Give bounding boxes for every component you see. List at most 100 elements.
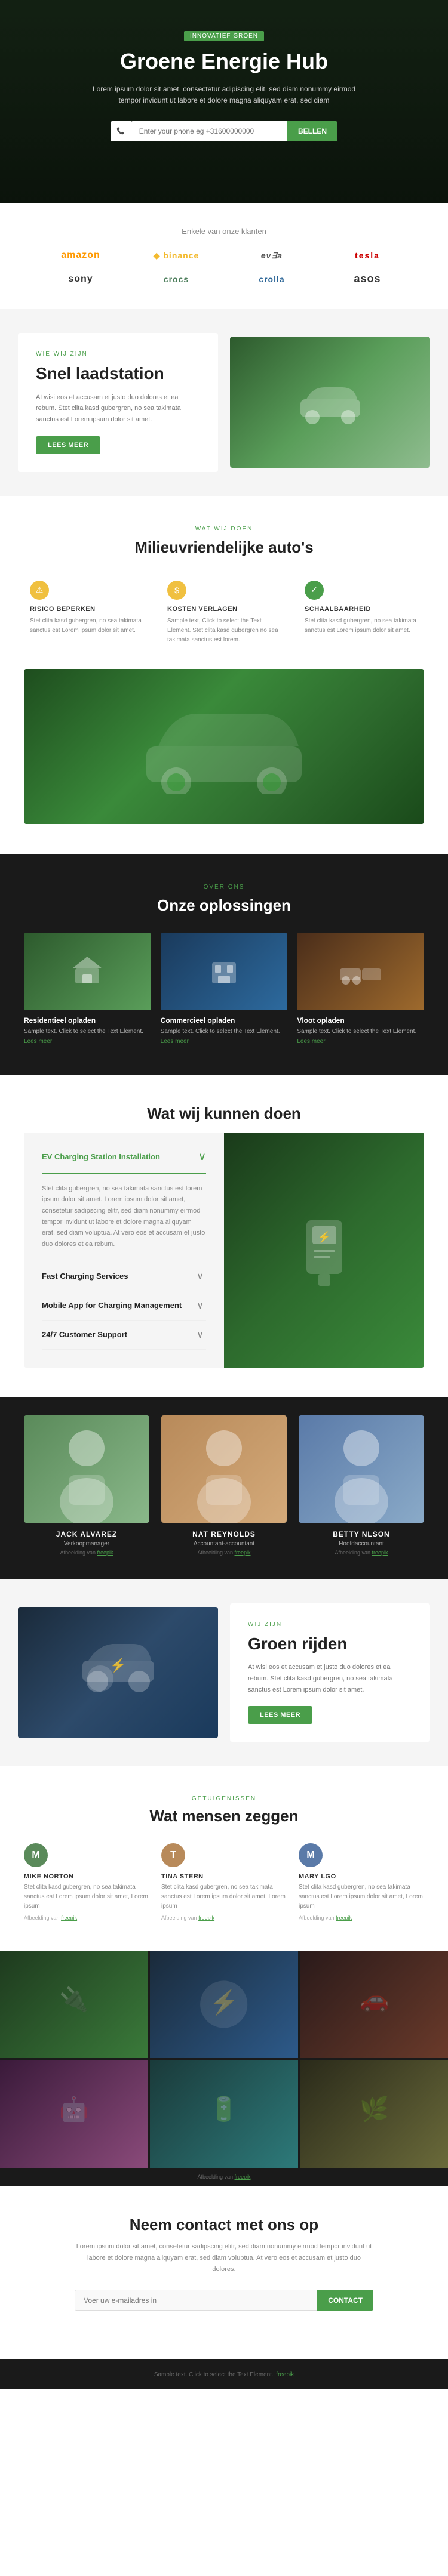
accordion-title-mobile: Mobile App for Charging Management [42,1301,182,1310]
solution-card-commercial: Commercieel opladen Sample text. Click t… [161,933,288,1045]
svg-text:⚡: ⚡ [209,1989,238,2016]
solution-name-residential: Residentieel opladen [24,1016,151,1025]
greenride-text-block: WIJ ZIJN Groen rijden At wisi eos et acc… [230,1603,430,1742]
tina-text: Stet clita kasd gubergren, no sea takima… [161,1883,287,1911]
svg-text:🌿: 🌿 [360,2096,389,2122]
who-title: Snel laadstation [36,363,200,384]
greenride-label: WIJ ZIJN [248,1621,412,1628]
what-title: Milieuvriendelijke auto's [24,538,424,557]
cando-main-label: EV Charging Station Installation [42,1152,160,1161]
accordion-icon-mobile: ∨ [194,1300,206,1312]
greenride-read-more-button[interactable]: LEES MEER [248,1706,312,1724]
nat-caption-link[interactable]: freepik [235,1550,251,1556]
gallery-image-2-icon: ⚡ [150,1951,297,2058]
who-text-block: WIE WIJ ZIJN Snel laadstation At wisi eo… [18,333,218,472]
accordion-icon-fast: ∨ [194,1270,206,1282]
accordion-title-support: 24/7 Customer Support [42,1330,127,1339]
hero-title: Groene Energie Hub [48,48,400,74]
gallery-image-6-icon: 🌿 [300,2060,448,2168]
betty-name: BETTY NLSON [299,1530,424,1538]
features-grid: ⚠ RISICO BEPERKEN Stet clita kasd guberg… [24,575,424,651]
big-car-silhouette-icon [134,699,314,794]
testimonials-label: GETUIGENISSEN [24,1796,424,1802]
accordion-header-fast[interactable]: Fast Charging Services ∨ [42,1270,206,1282]
who-image [230,337,430,468]
betty-caption-link[interactable]: freepik [372,1550,388,1556]
solution-link-fleet[interactable]: Lees meer [297,1038,424,1045]
nat-caption: Afbeelding van freepik [161,1550,287,1556]
nat-role: Accountant-accountant [161,1541,287,1547]
who-desc: At wisi eos et accusam et justo duo dolo… [36,392,200,425]
accordion-item-support: 24/7 Customer Support ∨ [42,1321,206,1350]
solution-link-residential[interactable]: Lees meer [24,1038,151,1045]
gallery-caption-link[interactable]: freepik [235,2174,251,2180]
solution-link-commercial[interactable]: Lees meer [161,1038,288,1045]
contact-submit-button[interactable]: CONTACT [317,2290,373,2311]
gallery-section: 🔌 ⚡ 🚗 🤖 🔋 [0,1951,448,2186]
tina-caption-link[interactable]: freepik [198,1915,214,1921]
feature-label-scale: SCHAALBAARHEID [305,606,418,613]
jack-caption-link[interactable]: freepik [97,1550,113,1556]
mary-caption: Afbeelding van freepik [299,1915,424,1921]
greenride-desc: At wisi eos et accusam et justo duo dolo… [248,1662,412,1695]
greenride-title: Groen rijden [248,1634,412,1654]
client-logo-tesla: TESLA [355,251,380,260]
hero-badge: INNOVATIEF GROEN [184,31,264,41]
svg-text:🤖: 🤖 [59,2096,88,2122]
accordion-header-mobile[interactable]: Mobile App for Charging Management ∨ [42,1300,206,1312]
client-logo-crolla: CROLLA [259,274,284,284]
feature-desc-scale: Stet clita kasd gubergren, no sea takima… [305,616,418,635]
what-label: WAT WIJ DOEN [24,526,424,532]
mary-name: MARY LGO [299,1873,424,1880]
contact-section: Neem contact met ons op Lorem ipsum dolo… [0,2186,448,2358]
who-read-more-button[interactable]: LEES MEER [36,436,100,454]
footer-text: Sample text. Click to select the Text El… [154,2371,274,2378]
big-car-image [24,669,424,824]
contact-email-input[interactable] [75,2290,317,2311]
mary-caption-link[interactable]: freepik [336,1915,352,1921]
solution-image-commercial [161,933,288,1010]
nat-person-icon [161,1415,287,1523]
greenride-section: ⚡ WIJ ZIJN Groen rijden At wisi eos et a… [0,1579,448,1766]
solution-desc-commercial: Sample text. Click to select the Text El… [161,1027,288,1036]
hero-section: INNOVATIEF GROEN Groene Energie Hub Lore… [0,0,448,203]
cando-expand-icon[interactable]: ∨ [198,1150,206,1163]
team-card-nat: NAT REYNOLDS Accountant-accountant Afbee… [161,1415,287,1556]
solution-card-fleet: Vloot opladen Sample text. Click to sele… [297,933,424,1045]
hero-phone-input[interactable] [131,121,287,141]
who-label: WIE WIJ ZIJN [36,351,200,357]
cando-section: Wat wij kunnen doen EV Charging Station … [0,1075,448,1397]
contact-title: Neem contact met ons op [48,2216,400,2234]
feature-desc-risk: Stet clita kasd gubergren, no sea takima… [30,616,143,635]
mary-text: Stet clita kasd gubergren, no sea takima… [299,1883,424,1911]
feature-desc-cost: Sample text, Click to select the Text El… [167,616,281,645]
accordion-header-support[interactable]: 24/7 Customer Support ∨ [42,1329,206,1341]
svg-text:⚡: ⚡ [317,1230,330,1244]
solution-desc-residential: Sample text. Click to select the Text El… [24,1027,151,1036]
footer-link[interactable]: freepik [276,2371,294,2378]
client-logo-binance: ◆ BINANCE [154,251,200,261]
gallery-item-5: 🔋 [150,2060,297,2168]
mike-avatar: M [24,1843,48,1867]
solutions-grid: Residentieel opladen Sample text. Click … [24,933,424,1045]
mary-avatar: M [299,1843,323,1867]
solution-image-fleet [297,933,424,1010]
gallery-item-1: 🔌 [0,1951,148,2058]
clients-grid: amazon ◆ BINANCE EV∃A TESLA SONY crocs C… [36,250,412,285]
nat-avatar [161,1415,287,1523]
gallery-caption: Afbeelding van freepik [0,2168,448,2186]
mike-name: MIKE NORTON [24,1873,149,1880]
team-section: JACK ALVAREZ Verkoopmanager Afbeelding v… [0,1397,448,1579]
tina-caption: Afbeelding van freepik [161,1915,287,1921]
jack-avatar [24,1415,149,1523]
what-section: WAT WIJ DOEN Milieuvriendelijke auto's ⚠… [0,496,448,854]
mike-text: Stet clita kasd gubergren, no sea takima… [24,1883,149,1911]
client-logo-sony: SONY [68,274,93,285]
testimonial-card-mike: M MIKE NORTON Stet clita kasd gubergren,… [24,1843,149,1921]
feature-item-risk: ⚠ RISICO BEPERKEN Stet clita kasd guberg… [24,575,149,651]
mike-caption-link[interactable]: freepik [61,1915,77,1921]
solutions-title: Onze oplossingen [24,896,424,915]
cando-main-block: EV Charging Station Installation ∨ Stet … [24,1133,224,1368]
nat-name: NAT REYNOLDS [161,1530,287,1538]
hero-call-button[interactable]: BELLEN [287,121,337,141]
